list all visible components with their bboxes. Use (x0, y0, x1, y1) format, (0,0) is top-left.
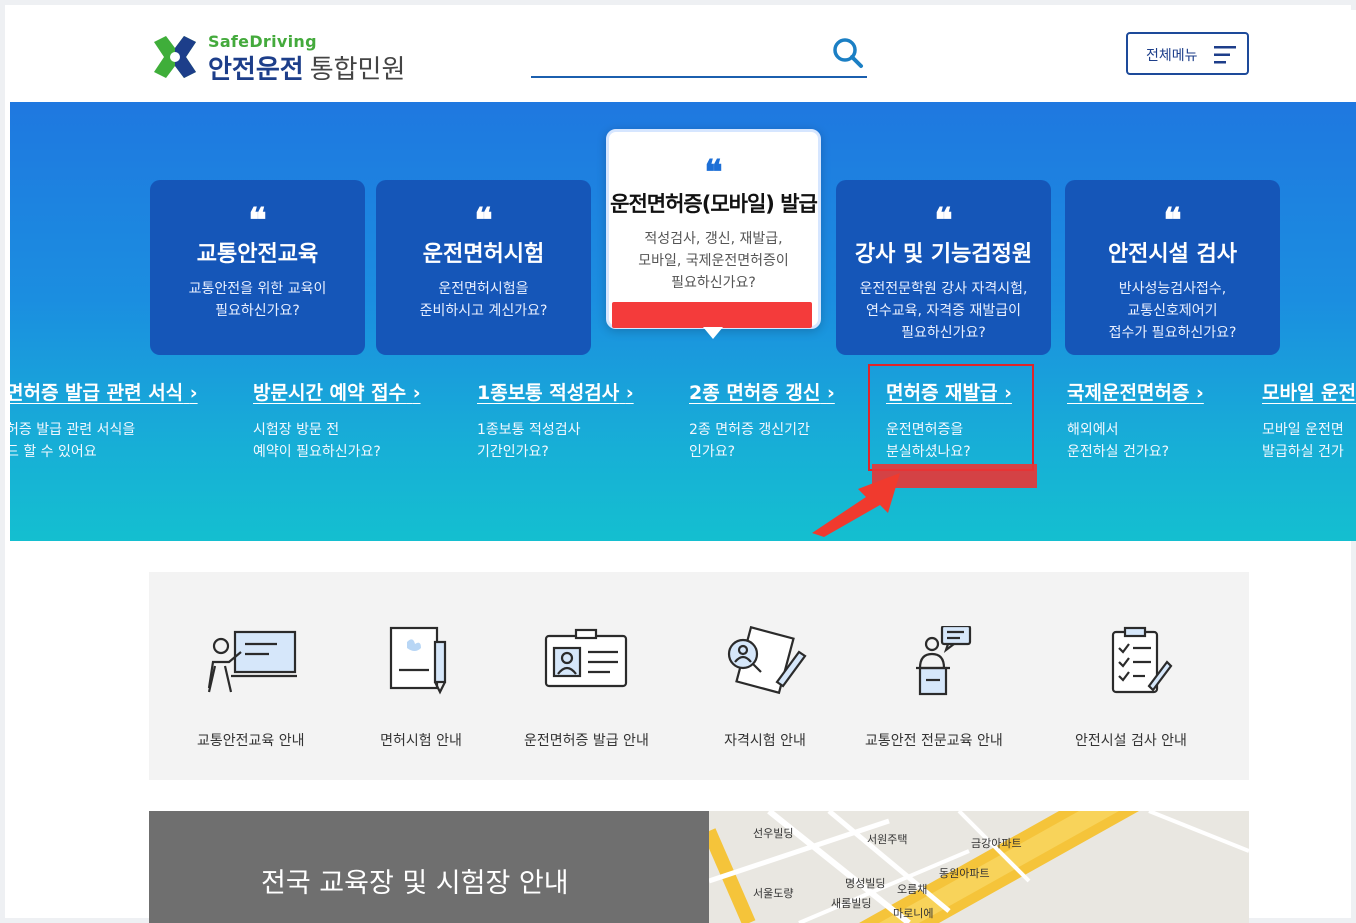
link-license-forms[interactable]: 면허증 발급 관련 서식 › 허증 발급 관련 서식을 드 할 수 있어요 (10, 378, 206, 463)
link-desc: 1종보통 적성검사 기간인가요? (477, 422, 581, 460)
map-label: 새롬빌딩 (831, 897, 872, 910)
link-desc: 2종 면허증 갱신기간 인가요? (689, 422, 810, 460)
teacher-board-icon (207, 630, 297, 693)
map-label: 동원아파트 (939, 867, 990, 880)
clipboard-checklist-icon (1111, 626, 1173, 694)
id-card-icon (545, 628, 628, 688)
card-desc: 교통안전을 위한 교육이 필요하신가요? (188, 281, 327, 319)
card-pointer (703, 327, 723, 339)
card-title: 운전면허시험 (422, 242, 545, 267)
quote-icon: ❝ (248, 201, 267, 241)
center-guide-title: 전국 교육장 및 시험장 안내 (261, 868, 569, 899)
service-label: 운전면허증 발급 안내 (524, 733, 649, 749)
lecturer-podium-icon (915, 624, 971, 696)
logo-korean-text: 안전운전 통합민원 (208, 49, 405, 86)
service-qualification-exam[interactable]: 자격시험 안내 (715, 625, 815, 750)
quote-icon: ❝ (1163, 201, 1182, 241)
link-international-license[interactable]: 국제운전면허증 › 해외에서 운전하실 건가요? (1067, 378, 1267, 463)
card-title: 교통안전교육 (196, 242, 319, 267)
map-label: 서원주택 (867, 833, 908, 846)
link-visit-reservation[interactable]: 방문시간 예약 접수 › 시험장 방문 전 예약이 필요하신가요? (253, 378, 453, 463)
all-menu-button[interactable]: 전체메뉴 (1126, 32, 1249, 75)
service-traffic-education[interactable]: 교통안전교육 안내 (197, 626, 305, 750)
link-desc: 모바일 운전면 발급하실 건가 (1262, 422, 1344, 460)
service-label: 면허시험 안내 (380, 733, 462, 749)
logo-sub: 통합민원 (309, 55, 406, 85)
link-title: 국제운전면허증 (1067, 382, 1190, 404)
link-title: 2종 면허증 갱신 (689, 382, 821, 404)
map-label: 금강아파트 (971, 837, 1022, 850)
chevron-right-icon: › (1196, 382, 1204, 404)
quote-icon: ❝ (474, 201, 493, 241)
link-aptitude-test[interactable]: 1종보통 적성검사 › 1종보통 적성검사 기간인가요? (477, 378, 677, 463)
card-desc: 반사성능검사접수, 교통신호제어기 접수가 필요하신가요? (1108, 281, 1237, 341)
highlight-bar (612, 302, 812, 328)
center-guide-banner[interactable]: 전국 교육장 및 시험장 안내 (149, 811, 709, 923)
card-desc: 적성검사, 갱신, 재발급, 모바일, 국제운전면허증이 필요하신가요? (638, 231, 789, 291)
map-label: 선우빌딩 (753, 827, 794, 840)
map-label: 서울도량 (753, 887, 794, 900)
card-license-exam[interactable]: ❝ 운전면허시험 운전면허시험을 준비하시고 계신가요? (376, 180, 591, 355)
site-logo[interactable]: SafeDriving 안전운전 통합민원 (150, 32, 450, 86)
document-pen-icon (389, 626, 447, 695)
link-title: 방문시간 예약 접수 (253, 382, 407, 404)
link-mobile-license[interactable]: 모바일 운전 모바일 운전면 발급하실 건가 (1262, 378, 1356, 463)
link-title: 면허증 발급 관련 서식 (10, 382, 184, 404)
browser-frame: SafeDriving 안전운전 통합민원 전체메뉴 ❝ 교통안전교육 교통안전을… (0, 0, 1356, 923)
annotation-highlight-box (868, 364, 1034, 471)
chevron-right-icon: › (412, 382, 421, 404)
hamburger-menu-icon (1214, 46, 1236, 64)
card-license-issuance-active[interactable]: ❝ 운전면허증(모바일) 발급 적성검사, 갱신, 재발급, 모바일, 국제운전… (606, 129, 821, 339)
chevron-right-icon: › (625, 382, 634, 404)
link-license-renewal[interactable]: 2종 면허증 갱신 › 2종 면허증 갱신기간 인가요? (689, 378, 889, 463)
chevron-right-icon: › (826, 382, 835, 404)
card-title: 운전면허증(모바일) 발급 (610, 192, 818, 216)
map-view[interactable]: 선우빌딩 서원주택 금강아파트 동원아파트 서울도량 명성빌딩 오름채 새롬빌딩… (709, 811, 1249, 923)
service-license-exam[interactable]: 면허시험 안내 (371, 626, 471, 750)
card-title: 안전시설 검사 (1107, 242, 1238, 267)
service-safety-facility-inspection[interactable]: 안전시설 검사 안내 (1075, 626, 1187, 750)
card-desc: 운전면허시험을 준비하시고 계신가요? (419, 281, 548, 319)
all-menu-label: 전체메뉴 (1146, 48, 1198, 64)
search-icon[interactable] (831, 36, 865, 70)
link-desc: 허증 발급 관련 서식을 드 할 수 있어요 (10, 422, 136, 460)
service-professional-education[interactable]: 교통안전 전문교육 안내 (865, 624, 1003, 750)
service-icon-strip: 교통안전교육 안내 면허시험 안내 운전면허증 발급 안내 자격시험 안내 교통… (149, 572, 1249, 780)
card-instructor-examiner[interactable]: ❝ 강사 및 기능검정원 운전전문학원 강사 자격시험, 연수교육, 자격증 재… (836, 180, 1051, 355)
service-label: 안전시설 검사 안내 (1075, 733, 1187, 749)
link-title: 1종보통 적성검사 (477, 382, 620, 404)
card-traffic-safety-education[interactable]: ❝ 교통안전교육 교통안전을 위한 교육이 필요하신가요? (150, 180, 365, 355)
service-license-issuance[interactable]: 운전면허증 발급 안내 (524, 626, 649, 750)
chevron-right-icon: › (189, 382, 198, 404)
card-desc: 운전전문학원 강사 자격시험, 연수교육, 자격증 재발급이 필요하신가요? (859, 281, 1028, 341)
service-label: 교통안전교육 안내 (197, 733, 305, 749)
service-label: 자격시험 안내 (724, 733, 806, 749)
clover-logo-icon (154, 36, 196, 78)
logo-main: 안전운전 (208, 55, 304, 85)
service-label: 교통안전 전문교육 안내 (865, 733, 1003, 749)
card-safety-facility-inspection[interactable]: ❝ 안전시설 검사 반사성능검사접수, 교통신호제어기 접수가 필요하신가요? (1065, 180, 1280, 355)
map-label: 명성빌딩 (845, 877, 886, 890)
search-input[interactable] (531, 38, 821, 70)
search-person-doc-icon (727, 625, 807, 695)
hero-section: ❝ 교통안전교육 교통안전을 위한 교육이 필요하신가요? ❝ 운전면허시험 운… (10, 102, 1356, 541)
map-label: 오름채 (897, 883, 928, 896)
annotation-arrow-icon (812, 473, 900, 537)
map-label: 마로니에 (893, 907, 934, 920)
link-desc: 시험장 방문 전 예약이 필요하신가요? (253, 422, 381, 460)
link-title: 모바일 운전 (1262, 382, 1356, 404)
site-header: SafeDriving 안전운전 통합민원 전체메뉴 (10, 10, 1356, 102)
quote-icon: ❝ (704, 153, 723, 193)
quote-icon: ❝ (934, 201, 953, 241)
link-desc: 해외에서 운전하실 건가요? (1067, 422, 1170, 460)
card-title: 강사 및 기능검정원 (854, 242, 1033, 267)
search-bar (531, 32, 867, 78)
